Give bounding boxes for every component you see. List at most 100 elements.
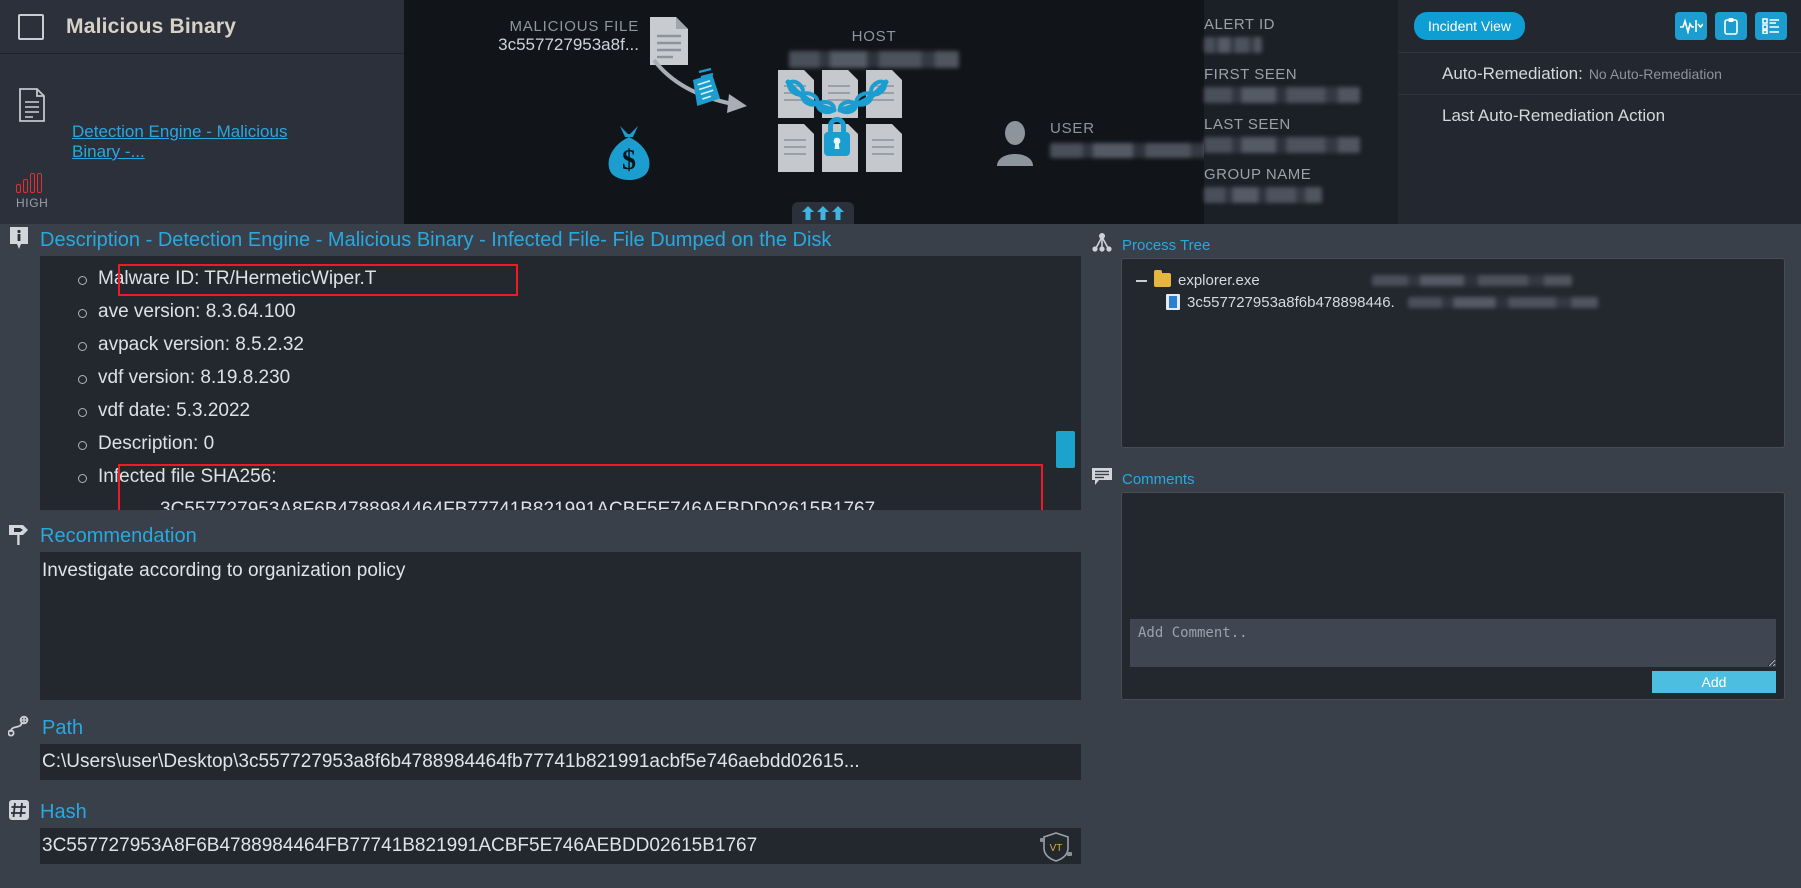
activity-chevron-icon[interactable] bbox=[1675, 12, 1707, 40]
meta-value-group-name-redacted bbox=[1204, 187, 1322, 203]
tree-node-explorer[interactable]: explorer.exe bbox=[1136, 269, 1784, 291]
description-section: Description - Detection Engine - Malicio… bbox=[0, 224, 1081, 510]
detection-rule-link[interactable]: Detection Engine - Malicious Binary -... bbox=[72, 122, 322, 162]
alert-metadata-column: ALERT ID FIRST SEEN LAST SEEN GROUP NAME bbox=[1204, 0, 1398, 224]
hash-title: Hash bbox=[40, 800, 87, 823]
incident-action-buttons bbox=[1675, 12, 1787, 40]
virustotal-icon[interactable]: VT bbox=[1039, 830, 1073, 869]
meta-item-alert-id: ALERT ID bbox=[1204, 16, 1398, 58]
list-item: vdf date: 5.3.2022 bbox=[78, 394, 1081, 427]
incident-panel-header: Incident View bbox=[1398, 0, 1801, 52]
recommendation-text: Investigate according to organization po… bbox=[42, 560, 406, 581]
incident-panel: Incident View Auto-Remediation: No Auto-… bbox=[1398, 0, 1801, 224]
path-value-field[interactable]: C:\Users\user\Desktop\3c557727953a8f6b47… bbox=[40, 744, 1081, 780]
list-item: ave version: 8.3.64.100 bbox=[78, 295, 1081, 328]
infected-file-sha256-value: 3C557727953A8F6B4788984464FB77741B821991… bbox=[160, 499, 876, 510]
expand-up-arrows-tab[interactable] bbox=[792, 202, 854, 224]
blue-file-icon bbox=[1166, 294, 1180, 310]
malicious-file-caption: MALICIOUS FILE bbox=[509, 18, 639, 35]
meta-item-first-seen: FIRST SEEN bbox=[1204, 66, 1398, 108]
auto-remediation-label: Auto-Remediation: bbox=[1442, 63, 1583, 83]
description-header: Description - Detection Engine - Malicio… bbox=[0, 224, 1081, 256]
severity-label: HIGH bbox=[16, 196, 49, 210]
user-node: USER bbox=[994, 120, 1230, 171]
hash-header: Hash bbox=[0, 796, 1081, 828]
alert-title-card: Malicious Binary Detection Engine - Mali… bbox=[0, 0, 404, 224]
checklist-icon[interactable] bbox=[1755, 12, 1787, 40]
tree-node-detail-redacted bbox=[1371, 274, 1572, 286]
info-icon bbox=[8, 226, 30, 255]
severity-indicator: HIGH bbox=[16, 171, 48, 210]
meta-label-first-seen: FIRST SEEN bbox=[1204, 66, 1298, 83]
collapse-toggle-icon[interactable] bbox=[1136, 275, 1147, 286]
meta-item-group-name: GROUP NAME bbox=[1204, 166, 1398, 208]
meta-value-first-seen-redacted bbox=[1204, 87, 1360, 103]
document-icon bbox=[18, 88, 46, 122]
triple-up-arrow-icon bbox=[802, 206, 844, 220]
user-value-redacted bbox=[1050, 143, 1230, 158]
recommendation-header: Recommendation bbox=[0, 520, 1081, 552]
alert-title-body: Detection Engine - Malicious Binary -...… bbox=[0, 54, 404, 224]
list-item: Malware ID: TR/HermeticWiper.T bbox=[78, 262, 1081, 295]
comment-bubble-icon bbox=[1091, 467, 1113, 492]
process-tree-title: Process Tree bbox=[1122, 236, 1211, 254]
clipboard-icon[interactable] bbox=[1715, 12, 1747, 40]
hash-section: Hash 3C557727953A8F6B4788984464FB77741B8… bbox=[0, 796, 1081, 864]
encrypted-files-icon bbox=[772, 66, 902, 181]
hash-value-field[interactable]: 3C557727953A8F6B4788984464FB77741B821991… bbox=[40, 828, 1081, 864]
comments-title: Comments bbox=[1122, 470, 1195, 488]
meta-label-group-name: GROUP NAME bbox=[1204, 166, 1312, 183]
meta-label-last-seen: LAST SEEN bbox=[1204, 116, 1291, 133]
tree-node-label: 3c557727953a8f6b478898446. bbox=[1187, 293, 1395, 311]
add-comment-input[interactable] bbox=[1130, 619, 1776, 667]
path-title: Path bbox=[42, 716, 84, 739]
process-tree-body[interactable]: explorer.exe 3c557727953a8f6b478898446. bbox=[1121, 258, 1785, 448]
process-tree-section: Process Tree explorer.exe 3c557727953a8f… bbox=[1081, 224, 1801, 448]
meta-value-last-seen-redacted bbox=[1204, 137, 1360, 153]
add-comment-button[interactable]: Add bbox=[1652, 671, 1776, 693]
signpost-icon bbox=[8, 522, 30, 551]
path-header: Path bbox=[0, 712, 1081, 744]
ransom-money-bag-icon: $ bbox=[602, 124, 656, 185]
top-summary-bar: Malicious Binary Detection Engine - Mali… bbox=[0, 0, 1801, 224]
description-body[interactable]: Malware ID: TR/HermeticWiper.T ave versi… bbox=[40, 256, 1081, 510]
description-scrollbar-thumb[interactable] bbox=[1056, 431, 1075, 468]
alert-title-header: Malicious Binary bbox=[0, 0, 404, 54]
meta-label-alert-id: ALERT ID bbox=[1204, 16, 1275, 33]
alert-side-column: Process Tree explorer.exe 3c557727953a8f… bbox=[1081, 224, 1801, 888]
severity-bars-icon bbox=[16, 171, 48, 193]
folder-icon bbox=[1154, 270, 1171, 287]
list-item: Description: 0 bbox=[78, 427, 1081, 460]
alert-body: Description - Detection Engine - Malicio… bbox=[0, 224, 1801, 888]
comments-header: Comments bbox=[1081, 466, 1801, 492]
hash-value: 3C557727953A8F6B4788984464FB77741B821991… bbox=[42, 835, 758, 856]
incident-view-button[interactable]: Incident View bbox=[1414, 12, 1526, 40]
user-caption: USER bbox=[1050, 120, 1095, 137]
svg-text:$: $ bbox=[622, 145, 636, 176]
list-item: vdf version: 8.19.8.230 bbox=[78, 361, 1081, 394]
comments-list bbox=[1122, 493, 1784, 617]
meta-item-last-seen: LAST SEEN bbox=[1204, 116, 1398, 158]
malicious-file-value: 3c557727953a8f... bbox=[498, 35, 639, 54]
last-auto-remediation-row[interactable]: Last Auto-Remediation Action bbox=[1398, 94, 1801, 136]
malicious-file-node: MALICIOUS FILE 3c557727953a8f... bbox=[409, 18, 639, 55]
last-auto-remediation-label: Last Auto-Remediation Action bbox=[1442, 105, 1666, 125]
user-avatar-icon bbox=[994, 120, 1036, 171]
process-tree-icon bbox=[1091, 232, 1113, 259]
host-caption: HOST bbox=[851, 28, 897, 45]
attack-story-graphic: MALICIOUS FILE 3c557727953a8f... HOST $ … bbox=[404, 0, 1230, 224]
alert-details-column: Description - Detection Engine - Malicio… bbox=[0, 224, 1081, 888]
infection-arrow-icon bbox=[651, 58, 761, 123]
description-bullet-list: Malware ID: TR/HermeticWiper.T ave versi… bbox=[40, 262, 1081, 493]
hash-icon bbox=[8, 799, 30, 826]
svg-text:VT: VT bbox=[1050, 843, 1063, 854]
alert-title: Malicious Binary bbox=[66, 14, 237, 38]
comments-section: Comments Add bbox=[1081, 448, 1801, 700]
list-item: avpack version: 8.5.2.32 bbox=[78, 328, 1081, 361]
path-section: Path C:\Users\user\Desktop\3c557727953a8… bbox=[0, 712, 1081, 780]
alert-select-checkbox[interactable] bbox=[18, 13, 44, 40]
recommendation-section: Recommendation Investigate according to … bbox=[0, 520, 1081, 700]
tree-node-detail-redacted bbox=[1407, 296, 1598, 308]
meta-value-alert-id-redacted bbox=[1204, 37, 1262, 53]
tree-node-malicious-binary[interactable]: 3c557727953a8f6b478898446. bbox=[1136, 291, 1784, 313]
